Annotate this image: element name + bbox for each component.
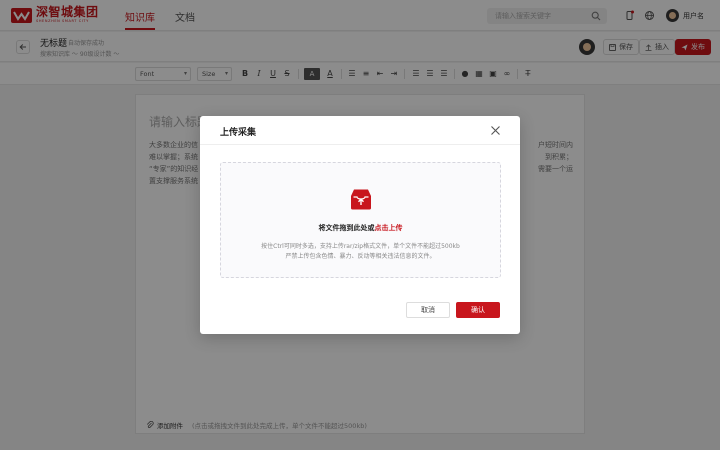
file-dropzone[interactable]: 将文件拖到此处或点击上传 按住Ctrl可同时多选，支持上传rar/zip格式文件… <box>220 162 501 278</box>
dialog-title: 上传采集 <box>220 128 257 138</box>
dropzone-label: 将文件拖到此处或 <box>318 224 375 232</box>
click-upload-link[interactable]: 点击上传 <box>375 224 403 232</box>
confirm-button[interactable]: 确认 <box>456 302 500 318</box>
upload-warning: 严禁上传包含色情、暴力、反动等相关违法信息的文件。 <box>285 253 436 260</box>
close-icon[interactable] <box>490 125 501 136</box>
dropzone-text: 将文件拖到此处或点击上传 <box>221 223 500 233</box>
upload-tray-icon <box>351 189 371 210</box>
upload-dialog: 上传采集 将文件拖到此处或点击上传 按住Ctrl可同时多选，支持上传rar/zi… <box>200 116 520 334</box>
cancel-button[interactable]: 取消 <box>406 302 450 318</box>
upload-hint: 按住Ctrl可同时多选，支持上传rar/zip格式文件，单个文件不能超过500k… <box>261 243 460 250</box>
dialog-header: 上传采集 <box>200 116 520 145</box>
